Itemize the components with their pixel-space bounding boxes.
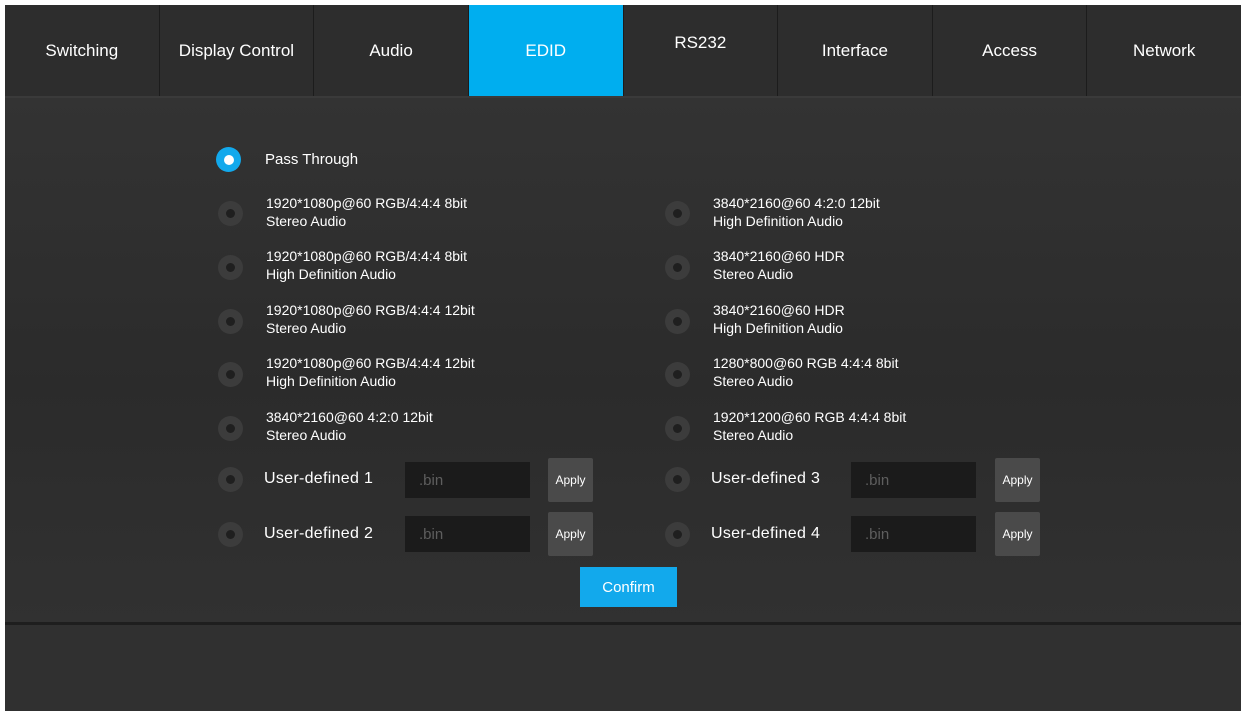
user-defined-2-radio[interactable] (218, 522, 243, 547)
edid-option-right-2: 3840*2160@60 HDR Stereo Audio (713, 247, 845, 283)
edid-radio-left-1[interactable] (218, 201, 243, 226)
edid-option-audio: High Definition Audio (266, 373, 396, 389)
app-frame: Switching Display Control Audio EDID RS2… (5, 5, 1241, 711)
edid-option-left-4: 1920*1080p@60 RGB/4:4:4 12bit High Defin… (266, 354, 475, 390)
edid-radio-left-5[interactable] (218, 416, 243, 441)
tab-bar: Switching Display Control Audio EDID RS2… (5, 5, 1241, 98)
edid-option-audio: High Definition Audio (266, 266, 396, 282)
edid-option-left-3: 1920*1080p@60 RGB/4:4:4 12bit Stereo Aud… (266, 301, 475, 337)
edid-option-format: 1920*1080p@60 RGB/4:4:4 8bit (266, 248, 468, 264)
edid-option-right-1: 3840*2160@60 4:2:0 12bit High Definition… (713, 194, 880, 230)
edid-option-audio: Stereo Audio (713, 373, 794, 389)
edid-option-format: 1920*1080p@60 RGB/4:4:4 12bit (266, 355, 475, 371)
user-defined-4-radio[interactable] (665, 522, 690, 547)
user-defined-4-apply-button[interactable]: Apply (995, 512, 1040, 556)
user-defined-2-file-input[interactable] (405, 516, 530, 552)
user-defined-4-file-input[interactable] (851, 516, 976, 552)
tab-access[interactable]: Access (933, 5, 1088, 96)
edid-option-format: 1920*1200@60 RGB 4:4:4 8bit (713, 409, 907, 425)
edid-option-format: 1920*1080p@60 RGB/4:4:4 12bit (266, 302, 475, 318)
edid-radio-right-1[interactable] (665, 201, 690, 226)
tab-edid[interactable]: EDID (468, 5, 624, 96)
edid-option-audio: Stereo Audio (266, 320, 347, 336)
edid-option-audio: Stereo Audio (266, 213, 347, 229)
radio-dot-icon (673, 209, 682, 218)
user-defined-1-apply-button[interactable]: Apply (548, 458, 593, 502)
edid-option-format: 3840*2160@60 4:2:0 12bit (713, 195, 880, 211)
radio-dot-icon (226, 317, 235, 326)
user-defined-1-file-input[interactable] (405, 462, 530, 498)
user-defined-3-label: User-defined 3 (711, 470, 821, 487)
tab-audio[interactable]: Audio (314, 5, 469, 96)
edid-option-format: 3840*2160@60 HDR (713, 302, 845, 318)
edid-radio-right-4[interactable] (665, 362, 690, 387)
footer-area (5, 625, 1241, 711)
tab-interface[interactable]: Interface (778, 5, 933, 96)
tab-display-control[interactable]: Display Control (160, 5, 315, 96)
edid-option-audio: Stereo Audio (713, 427, 794, 443)
radio-dot-icon (226, 263, 235, 272)
radio-dot-icon (226, 209, 235, 218)
edid-option-left-5: 3840*2160@60 4:2:0 12bit Stereo Audio (266, 408, 433, 444)
user-defined-3-file-input[interactable] (851, 462, 976, 498)
edid-option-format: 3840*2160@60 4:2:0 12bit (266, 409, 433, 425)
radio-selected-dot-icon (223, 154, 234, 165)
edid-option-format: 1280*800@60 RGB 4:4:4 8bit (713, 355, 899, 371)
radio-dot-icon (673, 424, 682, 433)
edid-radio-left-3[interactable] (218, 309, 243, 334)
radio-dot-icon (673, 370, 682, 379)
edid-radio-right-3[interactable] (665, 309, 690, 334)
user-defined-4-label: User-defined 4 (711, 525, 821, 542)
confirm-button[interactable]: Confirm (580, 567, 677, 607)
edid-option-right-5: 1920*1200@60 RGB 4:4:4 8bit Stereo Audio (713, 408, 906, 444)
edid-option-format: 3840*2160@60 HDR (713, 248, 845, 264)
user-defined-2-apply-button[interactable]: Apply (548, 512, 593, 556)
tab-rs232[interactable]: RS232 (624, 5, 779, 96)
edid-option-left-2: 1920*1080p@60 RGB/4:4:4 8bit High Defini… (266, 247, 467, 283)
tab-network[interactable]: Network (1087, 5, 1241, 96)
edid-option-left-1: 1920*1080p@60 RGB/4:4:4 8bit Stereo Audi… (266, 194, 467, 230)
edid-option-audio: Stereo Audio (713, 266, 794, 282)
radio-dot-icon (673, 475, 682, 484)
edid-panel: Pass Through 1920*1080p@60 RGB/4:4:4 8bi… (5, 98, 1241, 623)
radio-dot-icon (673, 263, 682, 272)
user-defined-2-label: User-defined 2 (264, 525, 374, 542)
tab-switching[interactable]: Switching (5, 5, 160, 96)
edid-option-audio: Stereo Audio (266, 427, 347, 443)
radio-dot-icon (673, 317, 682, 326)
pass-through-radio[interactable] (216, 147, 241, 172)
edid-option-right-4: 1280*800@60 RGB 4:4:4 8bit Stereo Audio (713, 354, 898, 390)
user-defined-1-radio[interactable] (218, 467, 243, 492)
radio-dot-icon (226, 424, 235, 433)
radio-dot-icon (226, 370, 235, 379)
edid-option-right-3: 3840*2160@60 HDR High Definition Audio (713, 301, 845, 337)
edid-radio-left-4[interactable] (218, 362, 243, 387)
user-defined-3-radio[interactable] (665, 467, 690, 492)
user-defined-1-label: User-defined 1 (264, 470, 374, 487)
edid-radio-left-2[interactable] (218, 255, 243, 280)
edid-radio-right-5[interactable] (665, 416, 690, 441)
edid-radio-right-2[interactable] (665, 255, 690, 280)
edid-option-audio: High Definition Audio (713, 320, 843, 336)
edid-option-audio: High Definition Audio (713, 213, 843, 229)
edid-option-format: 1920*1080p@60 RGB/4:4:4 8bit (266, 195, 468, 211)
radio-dot-icon (226, 475, 235, 484)
radio-dot-icon (673, 530, 682, 539)
user-defined-3-apply-button[interactable]: Apply (995, 458, 1040, 502)
pass-through-label: Pass Through (265, 151, 359, 168)
radio-dot-icon (226, 530, 235, 539)
